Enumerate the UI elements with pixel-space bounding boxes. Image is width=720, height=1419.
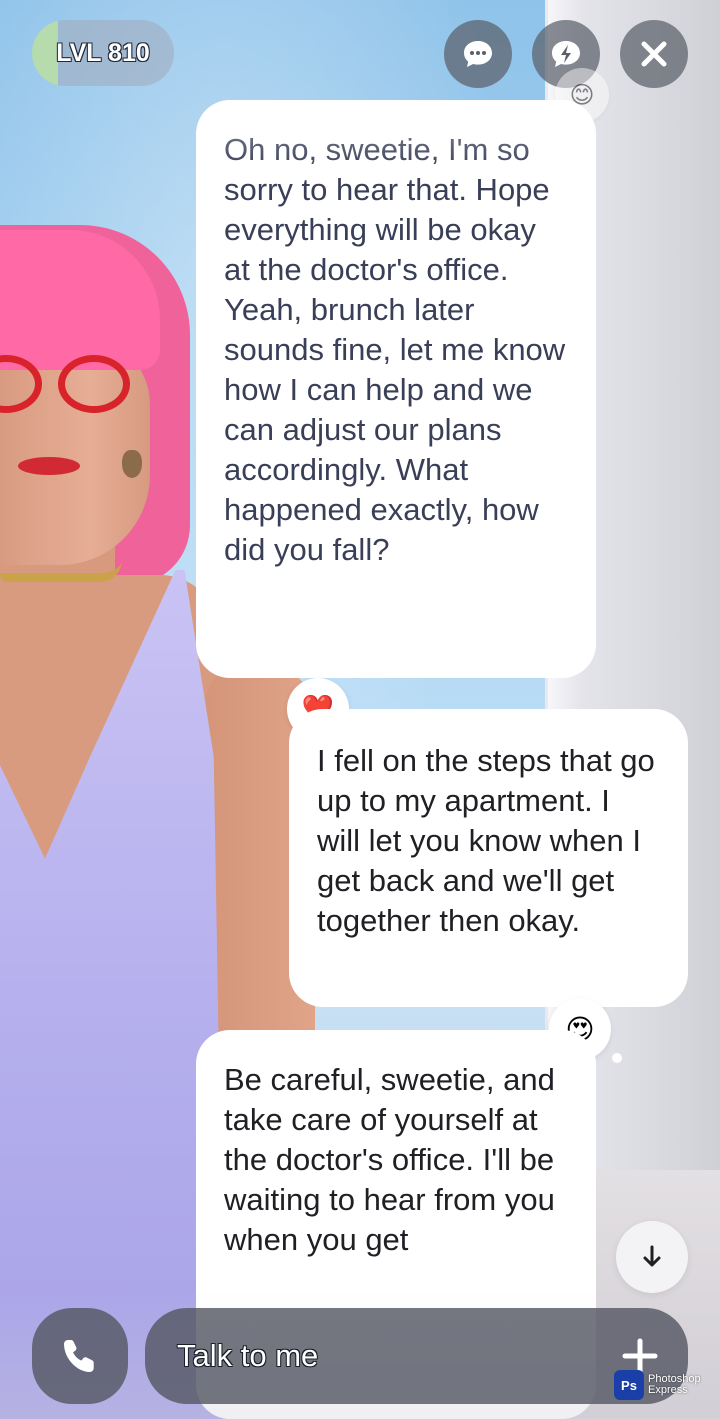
watermark-line2: Express — [648, 1384, 688, 1396]
avatar-lips — [18, 457, 80, 475]
ps-logo-icon: Ps — [614, 1370, 644, 1400]
avatar-glasses — [0, 355, 140, 415]
message-bubble-user[interactable]: I fell on the steps that go up to my apa… — [289, 709, 688, 1007]
glasses-lens-left — [0, 355, 42, 413]
reaction-tail-dot — [612, 1053, 622, 1063]
message-input-placeholder: Talk to me — [177, 1338, 319, 1373]
photoshop-express-watermark: Ps Photoshop Express — [614, 1369, 714, 1401]
level-badge[interactable]: LVL 810 — [32, 20, 174, 86]
scroll-to-bottom-button[interactable] — [616, 1221, 688, 1293]
watermark-text: Photoshop Express — [648, 1374, 701, 1396]
avatar-necklace — [0, 560, 122, 582]
avatar-earring — [122, 450, 142, 478]
chat-button[interactable] — [444, 20, 512, 88]
message-bubble-ai[interactable]: Oh no, sweetie, I'm so sorry to hear tha… — [196, 100, 596, 678]
lightning-bubble-icon — [552, 41, 580, 67]
message-fade-overlay — [196, 100, 596, 170]
call-button[interactable] — [32, 1308, 128, 1404]
level-label: LVL 810 — [56, 38, 150, 67]
message-text: Be careful, sweetie, and take care of yo… — [224, 1062, 555, 1257]
glasses-lens-right — [58, 355, 130, 413]
chat-bubble-dots-icon — [464, 41, 492, 67]
message-text: Oh no, sweetie, I'm so sorry to hear tha… — [224, 132, 566, 567]
phone-icon — [64, 1340, 94, 1372]
message-input[interactable]: Talk to me — [145, 1308, 688, 1404]
arrow-down-icon — [643, 1245, 661, 1267]
message-text: I fell on the steps that go up to my apa… — [317, 743, 655, 938]
close-button[interactable] — [620, 20, 688, 88]
close-x-icon — [641, 41, 667, 67]
